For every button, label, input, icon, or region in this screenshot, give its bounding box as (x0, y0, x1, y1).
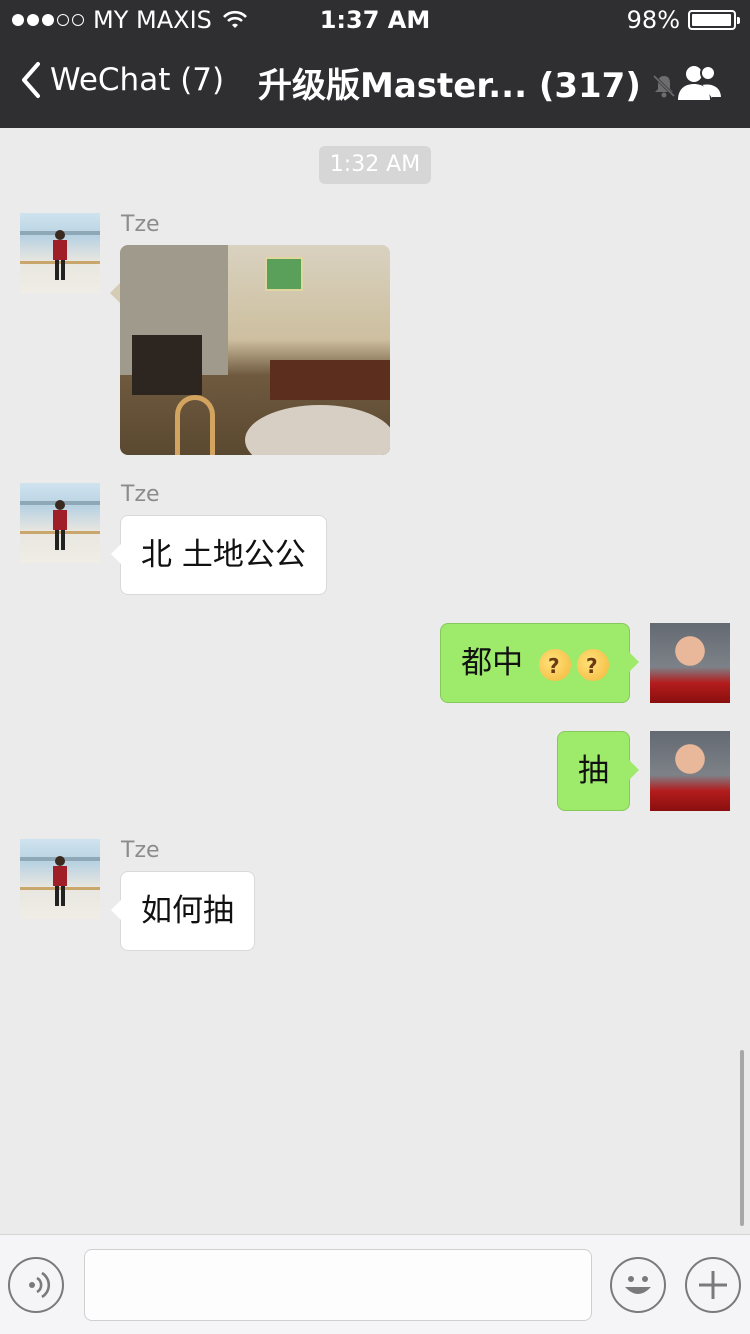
photo-chair (175, 395, 215, 455)
message-bubble-outgoing[interactable]: 都中 (440, 623, 639, 705)
message-bubble-incoming[interactable]: 北 土地公公 (111, 515, 327, 595)
back-label: WeChat (7) (50, 62, 225, 98)
input-bar (0, 1234, 750, 1334)
status-right: 98% (626, 6, 740, 34)
header: MY MAXIS 1:37 AM 98% WeChat (7) 升级版Maste… (0, 0, 750, 128)
person-icon (20, 856, 100, 906)
photo-tail (110, 283, 120, 303)
chat-title: 升级版Master... (317) (258, 58, 677, 107)
person-icon (20, 500, 100, 550)
message-bubble-outgoing[interactable]: 抽 (557, 731, 639, 811)
plus-icon (699, 1271, 727, 1299)
avatar-tze[interactable] (20, 213, 100, 293)
status-bar: MY MAXIS 1:37 AM 98% (0, 0, 750, 40)
back-button[interactable]: WeChat (7) (18, 60, 224, 100)
photo-tablecloth (245, 405, 390, 455)
chat-title-text: 升级版Master... (317) (258, 66, 641, 106)
photo-sewing-machine (132, 335, 202, 395)
battery-percent: 98% (626, 6, 680, 34)
avatar-me[interactable] (650, 623, 730, 703)
message-text: 都中 (461, 645, 524, 681)
mute-icon (652, 74, 675, 97)
sender-name: Tze (121, 212, 160, 237)
scrollbar[interactable] (740, 1050, 744, 1226)
group-members-icon[interactable] (676, 62, 724, 102)
battery-tip (737, 17, 740, 24)
nav-bar: WeChat (7) 升级版Master... (317) (0, 40, 750, 128)
avatar-tze[interactable] (20, 839, 100, 919)
battery-fill (692, 14, 732, 26)
sender-name: Tze (121, 482, 160, 507)
message-bubble-incoming[interactable]: 如何抽 (111, 871, 255, 951)
voice-button[interactable] (8, 1257, 64, 1313)
sender-name: Tze (121, 838, 160, 863)
chevron-left-icon (22, 62, 40, 98)
message-input[interactable] (84, 1249, 592, 1321)
avatar-tze[interactable] (20, 483, 100, 563)
chat-area[interactable]: 1:32 AM Tze Tze 北 土地公公 都中 ?? 抽 Tze 如何抽 (0, 128, 750, 1234)
emoji-button[interactable] (610, 1257, 666, 1313)
emoji-icon (625, 1276, 651, 1294)
voice-icon (29, 1271, 51, 1299)
image-message[interactable] (120, 245, 390, 455)
message-timestamp: 1:32 AM (319, 146, 431, 184)
avatar-me[interactable] (650, 731, 730, 811)
battery-icon (688, 10, 740, 30)
person-icon (20, 230, 100, 280)
photo-table (270, 360, 390, 400)
confused-emoji-icon (539, 627, 571, 705)
photo-painting (265, 257, 303, 291)
more-button[interactable] (685, 1257, 741, 1313)
confused-emoji-icon (577, 627, 609, 705)
